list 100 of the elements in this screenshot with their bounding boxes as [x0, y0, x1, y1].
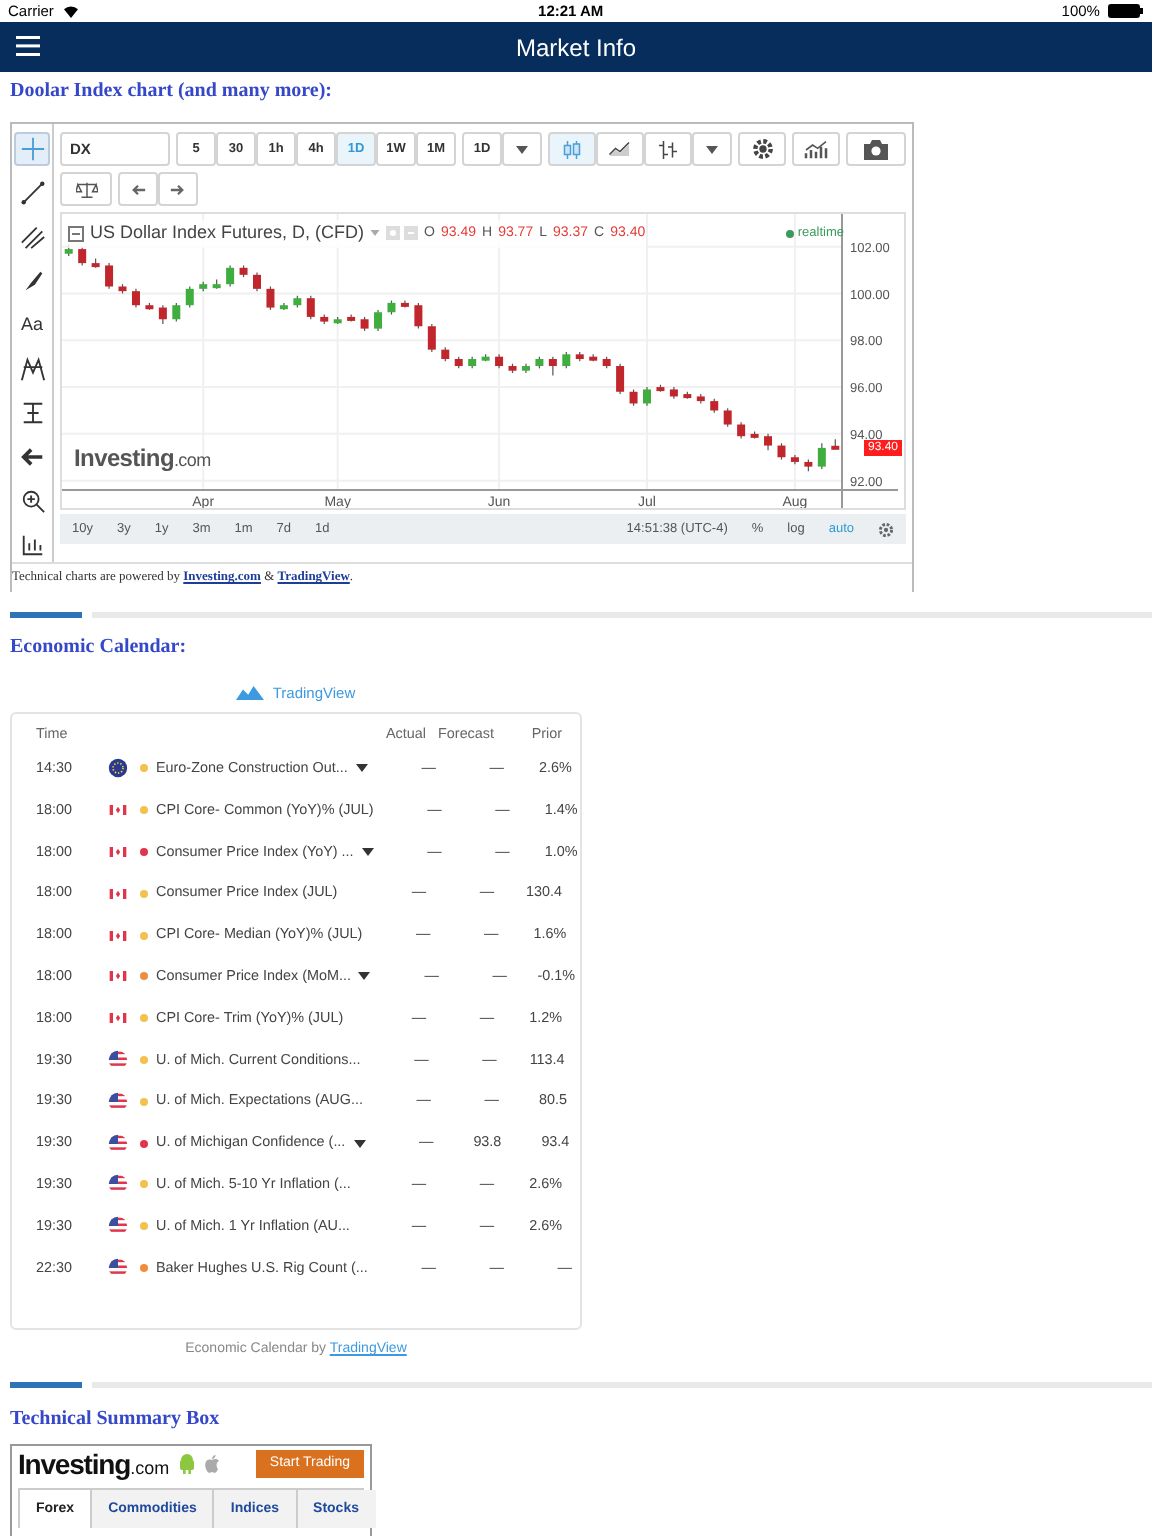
section-heading: Economic Calendar:: [10, 635, 189, 660]
section-heading: Technical Summary Box: [10, 1407, 222, 1432]
candle: [602, 356, 611, 369]
candle: [535, 356, 544, 369]
candle: [374, 309, 383, 332]
indicators-icon: [804, 139, 828, 159]
canada-flag-icon: [108, 800, 128, 821]
candle: [266, 285, 275, 311]
chart-title: US Dollar Index Futures, D, (CFD): [90, 220, 365, 246]
canada-flag-icon: [108, 966, 128, 987]
candle: [629, 388, 638, 407]
caret-icon: [516, 145, 528, 153]
candle: [683, 391, 692, 400]
scales-icon: [75, 179, 97, 199]
candle: [400, 299, 409, 309]
candle: [548, 356, 557, 376]
indicators-button[interactable]: [792, 132, 840, 166]
candle: [737, 421, 746, 440]
candle: [817, 442, 826, 470]
candle: [441, 346, 450, 362]
candle: [495, 353, 504, 369]
candle: [616, 363, 625, 395]
compare-button[interactable]: [60, 172, 112, 206]
candle: [562, 351, 571, 369]
camera-icon: [864, 139, 888, 159]
candle: [481, 353, 490, 362]
candle: [226, 264, 235, 288]
candle: [199, 281, 208, 292]
candle: [118, 283, 127, 295]
settings-button[interactable]: [738, 132, 786, 166]
canada-flag-icon: [108, 925, 128, 946]
candle: [656, 384, 665, 393]
eu-flag-icon: [108, 758, 128, 779]
candle: [360, 316, 369, 332]
wifi-icon: [61, 4, 80, 18]
caret-icon[interactable]: [358, 972, 371, 981]
us-flag-icon: [108, 1091, 128, 1112]
us-flag-icon: [108, 1133, 128, 1154]
us-flag-icon: [108, 1174, 128, 1195]
candle: [212, 278, 221, 290]
brand-logo: Investing.com: [18, 1450, 170, 1479]
bar-chart-icon: [656, 137, 680, 161]
section-heading: Doolar Index chart (and many more):: [10, 80, 335, 104]
candle: [105, 262, 114, 290]
candle: [790, 454, 799, 465]
candlestick-icon: [560, 137, 584, 161]
redo-button[interactable]: [158, 172, 198, 206]
candle: [723, 407, 732, 428]
candle: [145, 302, 154, 311]
candle: [172, 302, 181, 323]
candle: [279, 302, 288, 311]
candle: [575, 351, 584, 362]
caret-icon[interactable]: [361, 847, 374, 856]
candle: [293, 295, 302, 309]
collapse-icon[interactable]: [68, 225, 84, 242]
canada-flag-icon: [108, 883, 128, 904]
settings-icon: [751, 138, 773, 160]
candle: [710, 398, 719, 414]
candle: [468, 356, 477, 369]
chart-type-button[interactable]: [644, 132, 692, 166]
candle: [521, 363, 530, 374]
undo-icon: [128, 179, 148, 199]
undo-button[interactable]: [118, 172, 158, 206]
candle: [320, 313, 329, 325]
candle: [669, 386, 678, 400]
caret-icon[interactable]: [353, 1139, 366, 1148]
us-flag-icon: [108, 1216, 128, 1237]
candle: [253, 271, 261, 292]
camera-button[interactable]: [846, 132, 906, 166]
canada-flag-icon: [108, 1008, 128, 1029]
caret-icon[interactable]: [355, 764, 368, 773]
candle: [764, 433, 773, 451]
candle: [306, 295, 315, 320]
page-title: Market Info: [515, 31, 637, 65]
dropdown-button[interactable]: [502, 132, 542, 166]
candle: [347, 313, 356, 323]
menu-icon[interactable]: [16, 36, 40, 56]
battery-icon: [1107, 4, 1144, 18]
candle: [78, 246, 87, 267]
us-flag-icon: [108, 1049, 128, 1070]
text-tool-button[interactable]: Aa: [14, 308, 50, 342]
settings-icon[interactable]: [878, 521, 894, 537]
canada-flag-icon: [108, 841, 128, 862]
candle: [589, 353, 598, 362]
status-dot-icon: [785, 229, 794, 238]
candle: [239, 264, 248, 278]
candle: [387, 299, 396, 316]
candle: [414, 302, 423, 330]
candle: [831, 438, 840, 450]
dropdown-button[interactable]: [692, 132, 732, 166]
candle: [333, 316, 342, 325]
candle: [158, 304, 167, 325]
candle: [508, 363, 517, 374]
area-chart-icon: [608, 137, 632, 161]
candle: [427, 323, 436, 353]
candle: [131, 288, 140, 309]
chart-logo: Investing.com: [74, 441, 211, 476]
us-flag-icon: [108, 1257, 128, 1278]
caret-icon: [706, 145, 718, 153]
candle: [696, 393, 705, 405]
